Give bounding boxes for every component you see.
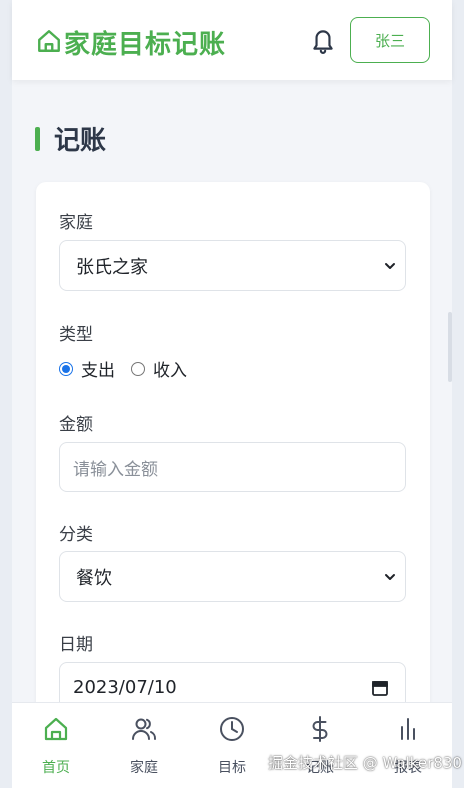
category-select[interactable]: 餐饮	[59, 551, 406, 602]
title-accent-bar	[35, 126, 40, 151]
home-icon	[42, 703, 70, 747]
page-heading: 记账	[35, 120, 106, 157]
bar-chart-icon	[394, 703, 422, 747]
tab-bookkeeping[interactable]: 记账	[276, 703, 364, 788]
chevron-down-icon	[383, 568, 397, 582]
date-label: 日期	[59, 635, 93, 655]
tab-goals-label: 目标	[218, 760, 246, 776]
window-frame-left	[0, 0, 12, 788]
type-radio-group: 支出 收入	[59, 356, 203, 381]
tab-home[interactable]: 首页	[12, 703, 100, 788]
app-header: 家庭目标记账 张三	[12, 0, 452, 80]
clock-icon	[218, 703, 246, 747]
tab-reports[interactable]: 报表	[364, 703, 452, 788]
category-select-value: 餐饮	[76, 567, 112, 589]
amount-input[interactable]: 请输入金额	[59, 442, 406, 492]
amount-placeholder: 请输入金额	[73, 459, 158, 480]
family-label: 家庭	[59, 213, 93, 233]
home-logo-icon	[36, 28, 62, 58]
app-title: 家庭目标记账	[64, 30, 227, 60]
radio-expense[interactable]	[59, 361, 73, 376]
notification-bell-icon[interactable]	[310, 26, 336, 54]
chevron-down-icon	[383, 257, 397, 271]
tab-home-label: 首页	[42, 760, 70, 776]
radio-expense-label[interactable]: 支出	[81, 356, 115, 381]
type-label: 类型	[59, 325, 93, 345]
radio-income[interactable]	[131, 361, 145, 376]
radio-income-label[interactable]: 收入	[153, 356, 187, 381]
amount-label: 金额	[59, 415, 93, 435]
dollar-icon	[306, 703, 334, 747]
calendar-icon[interactable]	[371, 679, 389, 697]
users-icon	[130, 703, 158, 747]
tab-family-label: 家庭	[130, 760, 158, 776]
app-logo[interactable]: 家庭目标记账	[36, 24, 226, 61]
category-label: 分类	[59, 525, 93, 545]
date-value: 2023/07/10	[73, 677, 177, 698]
watermark: 掘金技术社区 @ Walker830	[268, 754, 462, 772]
scrollbar-thumb[interactable]	[448, 312, 452, 382]
tab-family[interactable]: 家庭	[100, 703, 188, 788]
user-button[interactable]: 张三	[350, 17, 430, 63]
bookkeeping-form: 家庭 张氏之家 类型 支出 收入 金额 请输入金额 分类 餐饮 日期 2023/…	[36, 182, 430, 742]
bottom-tab-bar: 首页 家庭 目标 记账 报表	[12, 702, 452, 788]
window-frame-right	[452, 0, 464, 788]
page-title: 记账	[54, 126, 107, 156]
scrollbar[interactable]	[448, 82, 452, 702]
tab-goals[interactable]: 目标	[188, 703, 276, 788]
family-select-value: 张氏之家	[76, 256, 148, 278]
family-select[interactable]: 张氏之家	[59, 240, 406, 291]
